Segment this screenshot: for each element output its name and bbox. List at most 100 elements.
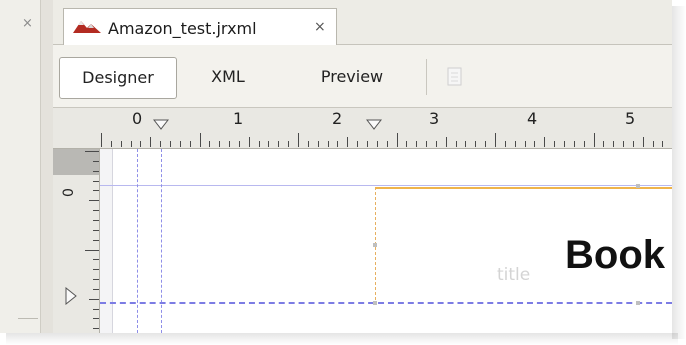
vertical-ruler: 0 [53,149,100,333]
left-dock-grip[interactable] [18,318,38,333]
ruler-tick [594,133,595,147]
ruler-tick [93,328,99,329]
ruler-tick [475,141,476,147]
guide-line-top [100,185,672,186]
ruler-tick [239,141,240,147]
ruler-tick [387,141,388,147]
ruler-label-5: 5 [625,109,636,128]
ruler-tick [170,141,171,147]
ruler-tick [268,141,269,147]
close-icon[interactable]: × [314,19,326,35]
window-shadow-bottom [6,333,678,345]
ruler-tick [505,141,506,147]
ruler-tick [288,141,289,147]
title-field-hint: title [497,265,531,285]
ruler-tick [93,279,99,280]
resize-handle-bottom[interactable] [636,301,640,305]
report-icon [72,18,102,38]
ruler-tick [229,141,230,147]
resize-handle-top[interactable] [636,184,640,188]
design-canvas[interactable]: Book title [100,149,672,333]
xml-view-button[interactable]: XML [199,57,257,97]
preview-view-button[interactable]: Preview [297,57,407,97]
ruler-tick [397,133,398,147]
ruler-tick [377,141,378,147]
ruler-tick [603,141,604,147]
ruler-tick [93,171,99,172]
ruler-label-3: 3 [429,109,440,128]
ruler-tick [554,141,555,147]
band-marker-icon[interactable] [65,286,77,309]
ruler-tick [200,133,201,147]
left-dock-panel: × [0,0,53,333]
resize-handle-bottom-left[interactable] [373,301,377,305]
ruler-tick [653,141,654,147]
ruler-tick [613,141,614,147]
ruler-tick [160,141,161,147]
ruler-tick [485,141,486,147]
ruler-tick [93,289,99,290]
ruler-tick [318,141,319,147]
ruler-tick [93,190,99,191]
ruler-tick [406,141,407,147]
ruler-tick [456,141,457,147]
ruler-tick [465,141,466,147]
ruler-tick [544,137,545,147]
ruler-tick [121,141,122,147]
ruler-tick [416,141,417,147]
ruler-tick [564,141,565,147]
ruler-tick [259,141,260,147]
ruler-tick [101,133,102,147]
ruler-tick [515,141,516,147]
file-tab[interactable]: Amazon_test.jrxml × [63,8,337,45]
ruler-label-4: 4 [527,109,538,128]
ruler-tick [337,141,338,147]
ruler-label-2: 2 [332,109,343,128]
title-field-text: Book [565,233,665,277]
ruler-tick [574,141,575,147]
ruler-tick [93,318,99,319]
left-dock-strip[interactable] [40,0,53,333]
ruler-tick [93,230,99,231]
horizontal-ruler: 0 1 2 3 4 5 [53,108,672,149]
document-icon[interactable] [447,67,463,87]
left-panel-close-icon[interactable]: × [22,16,33,31]
ruler-tick [298,133,299,147]
ruler-tick [436,141,437,147]
ruler-tick [89,299,99,300]
ruler-tick [633,141,634,147]
ruler-tick [308,141,309,147]
ruler-tick [93,161,99,162]
ruler-tick [643,137,644,147]
toolbar-separator [426,59,427,95]
designer-view-button[interactable]: Designer [59,57,177,99]
ruler-tick [584,141,585,147]
report-editor-window: × Amazon_test.jrxml × Designer XML Previ… [0,0,672,333]
ruler-tick [85,250,99,251]
ruler-tick [623,141,624,147]
ruler-tick [93,240,99,241]
ruler-tick [209,141,210,147]
guide-line-column [161,149,162,333]
right-margin-marker-icon[interactable] [365,115,383,134]
ruler-tick [328,141,329,147]
ruler-tick [525,141,526,147]
ruler-tick [93,220,99,221]
ruler-tick [190,141,191,147]
resize-handle-left[interactable] [373,243,377,247]
ruler-tick [367,141,368,147]
ruler-tick [93,259,99,260]
ruler-tick [93,269,99,270]
ruler-tick [347,137,348,147]
ruler-tick [249,137,250,147]
ruler-tick [93,309,99,310]
file-tab-label: Amazon_test.jrxml [108,19,257,38]
ruler-tick [662,141,663,147]
ruler-tick [278,141,279,147]
guide-line-left-margin [137,149,138,333]
ruler-tick [446,137,447,147]
ruler-tick [150,137,151,147]
left-margin-marker-icon[interactable] [152,115,170,134]
ruler-tick [89,200,99,201]
editor-view-toolbar: Designer XML Preview [53,45,672,108]
